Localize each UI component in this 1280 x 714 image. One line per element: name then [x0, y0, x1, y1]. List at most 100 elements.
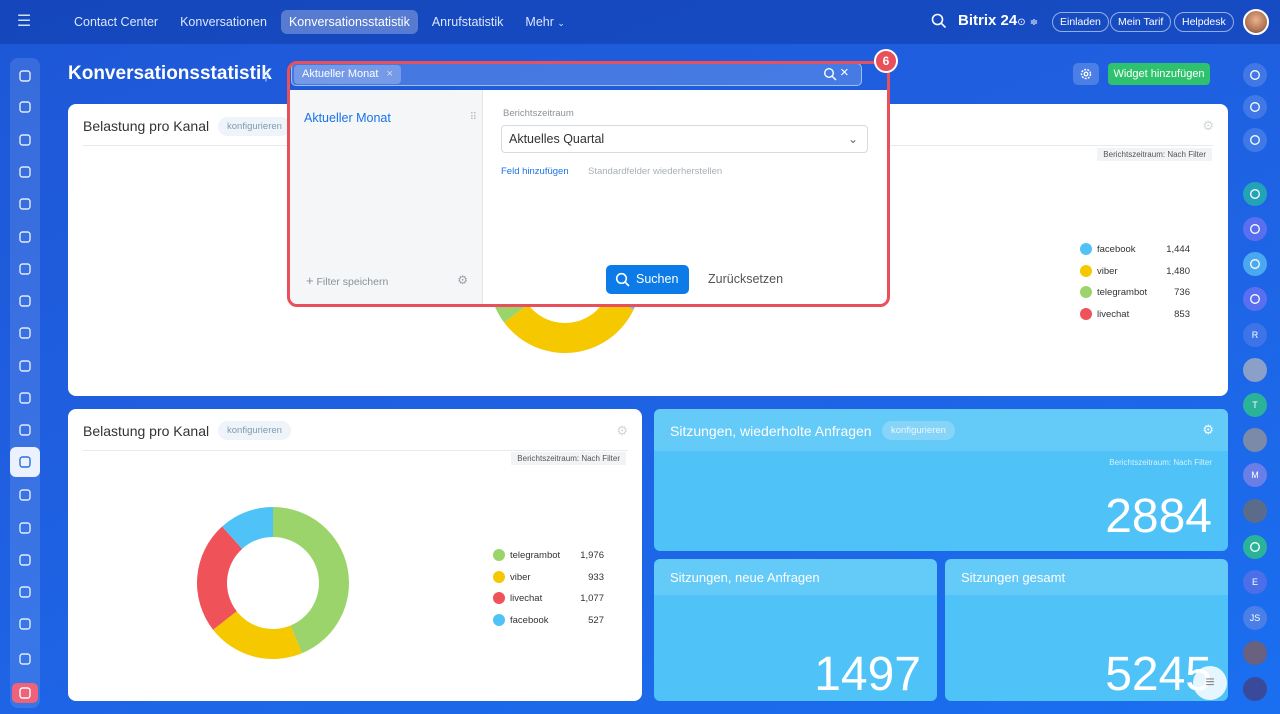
legend-item: livechat 1,077 — [493, 590, 604, 612]
target-icon[interactable] — [1243, 287, 1267, 311]
legend-item: livechat 853 — [1080, 306, 1190, 328]
rocket-icon[interactable] — [12, 683, 38, 703]
pin-icon[interactable]: ⚲ — [262, 70, 270, 83]
settings-sliders-icon[interactable]: ≑ — [1030, 17, 1038, 28]
avatar[interactable]: R — [1243, 323, 1267, 347]
kpi-value: 1497 — [814, 648, 921, 701]
card-title: Belastung pro Kanal — [83, 118, 210, 134]
nav-mehr[interactable]: Mehr ⌄ — [517, 10, 573, 34]
legend-value: 1,976 — [580, 550, 604, 561]
nav-konversationsstatistik[interactable]: Konversationsstatistik — [280, 10, 418, 34]
avatar[interactable] — [1243, 677, 1267, 701]
legend-item: viber 1,480 — [1080, 263, 1190, 285]
avatar[interactable]: E — [1243, 570, 1267, 594]
users-icon[interactable] — [15, 323, 35, 343]
configure-button[interactable]: konfigurieren — [218, 421, 291, 440]
kpi-value: 2884 — [1105, 490, 1212, 543]
chat-icon[interactable] — [15, 130, 35, 150]
target-icon[interactable] — [1243, 217, 1267, 241]
store-icon[interactable] — [15, 614, 35, 634]
chat-bubbles-icon[interactable] — [15, 66, 35, 86]
cart-icon[interactable] — [15, 518, 35, 538]
highlight-frame — [287, 61, 890, 307]
avatar[interactable] — [1243, 641, 1267, 665]
avatar[interactable]: JS — [1243, 606, 1267, 630]
avatar[interactable]: M — [1243, 463, 1267, 487]
kpi-card-repeat: Sitzungen, wiederholte Anfragen konfigur… — [654, 409, 1228, 551]
kpi-title: Sitzungen gesamt — [961, 570, 1066, 585]
checkbox-icon[interactable] — [15, 227, 35, 247]
legend-color-dot — [1080, 243, 1092, 255]
target-icon[interactable] — [15, 420, 35, 440]
brand-name: Bitrix 24 — [958, 12, 1018, 29]
avatar[interactable] — [1243, 499, 1267, 523]
step-badge: 6 — [874, 49, 898, 73]
mail-icon[interactable] — [15, 291, 35, 311]
legend-value: 527 — [588, 614, 604, 626]
menu-float-button[interactable]: ≡ — [1193, 666, 1227, 700]
configure-button[interactable]: konfigurieren — [218, 117, 291, 136]
kpi-title: Sitzungen, wiederholte Anfragen — [670, 423, 872, 439]
calendar-icon[interactable] — [1243, 535, 1267, 559]
presentation-icon[interactable] — [15, 388, 35, 408]
nav-contact-center[interactable]: Contact Center — [66, 10, 166, 34]
menu-icon[interactable]: ☰ — [12, 12, 36, 32]
user-avatar[interactable] — [1243, 9, 1269, 35]
legend-label: facebook — [510, 614, 549, 626]
file-icon[interactable] — [15, 194, 35, 214]
avatar[interactable]: T — [1243, 393, 1267, 417]
chat-search-icon[interactable] — [1243, 128, 1267, 152]
gear-icon[interactable]: ⚙ — [1202, 118, 1214, 134]
avatar-initials: JS — [1249, 613, 1261, 623]
gear-icon[interactable]: ⚙ — [616, 423, 628, 439]
kpi-card-new: Sitzungen, neue Anfragen 1497 — [654, 559, 937, 701]
bell-icon[interactable] — [1243, 63, 1267, 87]
list-icon: ≡ — [1205, 674, 1215, 691]
page-title: Konversationsstatistik — [68, 63, 272, 84]
search-icon[interactable] — [930, 12, 948, 30]
calendar-icon[interactable] — [15, 162, 35, 182]
legend-value: 1,480 — [1166, 265, 1190, 277]
legend: facebook 1,444 viber 1,480 telegrambot 736 liv… — [1080, 241, 1190, 327]
add-widget-button[interactable]: Widget hinzufügen — [1108, 63, 1210, 85]
legend-label: livechat — [510, 593, 543, 604]
legend-color-dot — [1080, 286, 1092, 298]
hexagon-icon[interactable] — [15, 550, 35, 570]
gear-icon[interactable] — [15, 649, 35, 669]
legend-color-dot — [1080, 307, 1092, 320]
avatar[interactable] — [1243, 358, 1267, 382]
document-icon[interactable] — [15, 97, 35, 117]
message-icon[interactable] — [1243, 252, 1267, 276]
inbox-icon[interactable] — [15, 259, 35, 279]
nav-anrufstatistik[interactable]: Anrufstatistik — [424, 10, 512, 34]
nav-mehr-label: Mehr — [525, 15, 554, 29]
page-settings-button[interactable] — [1073, 63, 1099, 85]
avatar[interactable] — [1243, 428, 1267, 452]
left-sidebar — [10, 58, 40, 708]
search-icon[interactable] — [1243, 182, 1267, 206]
legend-value: 736 — [1174, 287, 1190, 298]
chevron-down-icon: ⌄ — [557, 18, 565, 28]
invite-button[interactable]: Einladen — [1052, 12, 1109, 32]
legend-label: livechat — [1097, 308, 1130, 320]
brand-logo[interactable]: Bitrix 24⊙ ≑ — [958, 12, 1038, 29]
chat-icon[interactable] — [1243, 95, 1267, 119]
robot-icon[interactable] — [15, 582, 35, 602]
gear-icon[interactable]: ⚙ — [1202, 422, 1214, 438]
avatar-initials: E — [1251, 577, 1258, 587]
shield-icon[interactable] — [15, 356, 35, 376]
nav-konversationen[interactable]: Konversationen — [172, 10, 275, 34]
legend-label: viber — [510, 571, 531, 583]
my-plan-button[interactable]: Mein Tarif — [1110, 12, 1172, 32]
clock-icon: ⊙ — [1017, 17, 1026, 28]
legend-label: telegrambot — [1097, 287, 1148, 298]
helpdesk-button[interactable]: Helpdesk — [1174, 12, 1234, 32]
legend-item: facebook 527 — [493, 612, 604, 634]
legend-value: 853 — [1174, 308, 1190, 320]
configure-button[interactable]: konfigurieren — [882, 421, 955, 440]
period-label: Berichtszeitraum: Nach Filter — [1109, 458, 1212, 467]
donut-chart-bottom — [197, 507, 349, 659]
funnel-icon[interactable] — [10, 447, 40, 477]
legend: telegrambot 1,976 viber 933 livechat 1,077 fac… — [493, 547, 604, 633]
bar-chart-icon[interactable] — [15, 485, 35, 505]
